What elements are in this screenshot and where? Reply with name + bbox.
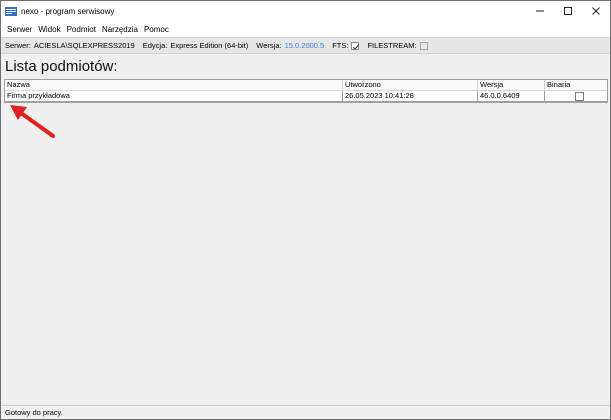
checkmark-icon <box>353 43 360 50</box>
column-header-binaria[interactable]: Binaria <box>545 80 607 91</box>
page-title: Lista podmiotów: <box>5 58 118 75</box>
app-logo-icon <box>5 6 17 16</box>
server-value: ACIESLA\SQLEXPRESS2019 <box>33 41 135 50</box>
table-row[interactable]: Firma przykładowa 26.05.2023 10:41:28 46… <box>5 91 607 102</box>
status-text: Gotowy do pracy. <box>5 408 63 417</box>
version-value: 15.0.2000.5 <box>284 41 325 50</box>
close-icon <box>592 7 600 15</box>
entities-grid: Nazwa Utworzono Wersja Binaria Firma prz… <box>4 79 608 103</box>
cell-name[interactable]: Firma przykładowa <box>5 91 343 102</box>
column-header-wersja[interactable]: Wersja <box>478 80 545 91</box>
cell-created[interactable]: 26.05.2023 10:41:28 <box>343 91 478 102</box>
cell-binaria[interactable] <box>545 91 607 102</box>
binaria-checkbox[interactable] <box>575 92 584 101</box>
close-button[interactable] <box>582 1 610 21</box>
column-header-utworzono[interactable]: Utworzono <box>343 80 478 91</box>
minimize-icon <box>536 10 544 12</box>
server-info-bar: Serwer: ACIESLA\SQLEXPRESS2019 Edycja: E… <box>1 37 610 54</box>
status-bar: Gotowy do pracy. <box>1 405 610 419</box>
fts-label: FTS: <box>332 41 349 50</box>
window-controls <box>526 1 610 21</box>
menu-podmiot[interactable]: Podmiot <box>64 25 99 34</box>
filestream-label: FILESTREAM: <box>367 41 417 50</box>
app-window: nexo - program serwisowy Serwer Widok Po… <box>0 0 611 420</box>
edition-value: Express Edition (64-bit) <box>170 41 249 50</box>
menu-narzedzia[interactable]: Narzędzia <box>99 25 141 34</box>
cell-version[interactable]: 46.0.0.6409 <box>478 91 545 102</box>
server-label: Serwer: <box>5 41 31 50</box>
menu-pomoc[interactable]: Pomoc <box>141 25 172 34</box>
maximize-icon <box>564 7 572 15</box>
maximize-button[interactable] <box>554 1 582 21</box>
filestream-checkbox <box>419 41 428 50</box>
window-title: nexo - program serwisowy <box>21 6 115 16</box>
menu-bar: Serwer Widok Podmiot Narzędzia Pomoc <box>1 21 610 37</box>
version-label: Wersja: <box>256 41 282 50</box>
menu-widok[interactable]: Widok <box>35 25 63 34</box>
fts-checkbox <box>351 41 360 50</box>
grid-header: Nazwa Utworzono Wersja Binaria <box>5 80 607 91</box>
menu-serwer[interactable]: Serwer <box>4 25 35 34</box>
column-header-nazwa[interactable]: Nazwa <box>5 80 343 91</box>
minimize-button[interactable] <box>526 1 554 21</box>
title-bar: nexo - program serwisowy <box>1 1 610 21</box>
edition-label: Edycja: <box>142 41 168 50</box>
